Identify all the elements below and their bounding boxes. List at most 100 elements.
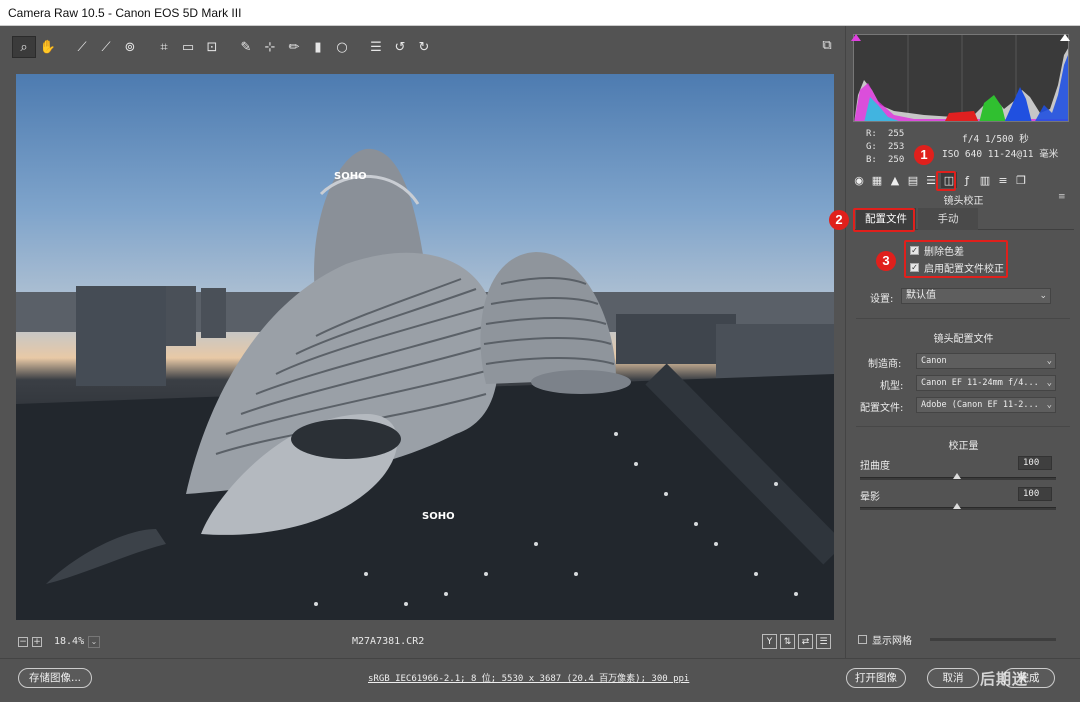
setup-value: 默认值 — [906, 290, 936, 301]
photo-illustration: SOHO SOHO — [16, 148, 834, 620]
transform-tool-icon[interactable]: ⊡ — [200, 36, 224, 58]
shadow-clipping-warning-icon[interactable] — [851, 34, 861, 41]
white-balance-tool-icon[interactable]: ⟋ — [70, 36, 94, 58]
profile-label: 配置文件: — [860, 403, 904, 414]
before-after-view-icon[interactable]: Y — [762, 634, 777, 649]
presets-icon[interactable]: ≡ — [995, 172, 1011, 188]
distortion-input[interactable]: 100 — [1018, 456, 1052, 470]
zoom-out-button[interactable]: − — [18, 637, 28, 647]
amount-title: 校正量 — [948, 441, 979, 452]
right-panel: R: 255 G: 253 B: 250 f/4 1/500 秒 ISO 640 11… — [845, 26, 1080, 658]
crop-tool-icon[interactable]: ⌗ — [152, 36, 176, 58]
zoom-tool-icon[interactable]: ⌕ — [12, 36, 36, 58]
histogram — [853, 34, 1069, 122]
graduated-filter-icon[interactable]: ▮ — [306, 36, 330, 58]
camera-info: f/4 1/500 秒 ISO 640 11-24@11 毫米 — [942, 132, 1058, 162]
show-grid-row[interactable]: 显示网格 — [858, 632, 912, 647]
divider — [856, 318, 1070, 319]
highlight-clipping-warning-icon[interactable] — [1060, 34, 1070, 41]
model-label: 机型: — [880, 381, 904, 392]
save-image-button[interactable]: 存储图像... — [18, 668, 92, 688]
hsl-icon[interactable]: ▤ — [905, 172, 921, 188]
profile-value: Adobe (Canon EF 11-2... — [921, 400, 1039, 410]
iso-focal-info: ISO 640 11-24@11 毫米 — [942, 149, 1059, 160]
lens-profile-title: 镜头配置文件 — [933, 334, 994, 345]
zoom-in-button[interactable]: + — [32, 637, 42, 647]
effects-icon[interactable]: ƒ — [959, 172, 975, 188]
profile-select[interactable]: Adobe (Canon EF 11-2... ⌄ — [916, 397, 1056, 413]
straighten-tool-icon[interactable]: ▭ — [176, 36, 200, 58]
tab-manual[interactable]: 手动 — [918, 208, 978, 230]
histogram-graph — [854, 35, 1068, 121]
make-value: Canon — [921, 356, 947, 366]
camera-raw-workspace: ⌕ ✋ ⟋ ⟋ ⊚ ⌗ ▭ ⊡ ✎ ⊹ ✏ ▮ ○ ☰ ↺ ↻ ⧉ SOHO S… — [0, 26, 1080, 702]
rgb-readout: R: 255 G: 253 B: 250 — [866, 128, 910, 167]
rotate-left-icon[interactable]: ↺ — [388, 36, 412, 58]
panel-menu-icon[interactable]: ≡ — [1058, 192, 1066, 202]
targeted-adjustment-tool-icon[interactable]: ⊚ — [118, 36, 142, 58]
preferences-icon[interactable]: ☰ — [364, 36, 388, 58]
svg-text:SOHO: SOHO — [422, 511, 455, 522]
chevron-down-icon: ⌄ — [1046, 378, 1052, 388]
zoom-dropdown-chevron-icon[interactable]: ⌄ — [88, 636, 100, 648]
title-bar: Camera Raw 10.5 - Canon EOS 5D Mark III — [0, 0, 1080, 26]
detail-icon[interactable]: ▲ — [887, 172, 903, 188]
svg-text:SOHO: SOHO — [334, 171, 367, 182]
calibration-icon[interactable]: ▥ — [977, 172, 993, 188]
image-info: R: 255 G: 253 B: 250 f/4 1/500 秒 ISO 640 11… — [846, 126, 1080, 170]
color-sampler-tool-icon[interactable]: ⟋ — [94, 36, 118, 58]
distortion-slider-thumb[interactable] — [953, 473, 961, 479]
canvas-status-bar: − + 18.4% ⌄ M27A7381.CR2 Y ⇅ ⇄ ☰ — [0, 632, 845, 654]
image-preview[interactable]: SOHO SOHO — [16, 74, 834, 620]
workflow-options-link[interactable]: sRGB IEC61966-2.1; 8 位; 5530 x 3687 (20.… — [368, 671, 689, 684]
show-grid-checkbox[interactable] — [858, 634, 867, 644]
vignetting-slider-thumb[interactable] — [953, 503, 961, 509]
setup-select[interactable]: 默认值 ⌄ — [901, 288, 1051, 304]
make-select[interactable]: Canon ⌄ — [916, 353, 1056, 369]
watermark-logo: 后期迷 — [980, 670, 1029, 688]
make-label: 制造商: — [868, 359, 902, 370]
g-value: 253 — [888, 142, 905, 152]
panel-bottom: 显示网格 — [846, 630, 1080, 650]
cancel-button[interactable]: 取消 — [927, 668, 979, 688]
swap-settings-icon[interactable]: ⇅ — [780, 634, 795, 649]
canvas-area: ⌕ ✋ ⟋ ⟋ ⊚ ⌗ ▭ ⊡ ✎ ⊹ ✏ ▮ ○ ☰ ↺ ↻ ⧉ SOHO S… — [0, 26, 845, 658]
callout-profile-checkboxes — [904, 240, 1008, 278]
grid-size-slider[interactable] — [930, 638, 1056, 641]
callout-lens-tab — [936, 171, 956, 191]
bottom-bar: 存储图像... sRGB IEC61966-2.1; 8 位; 5530 x 3… — [0, 658, 1080, 702]
radial-filter-icon[interactable]: ○ — [330, 36, 354, 58]
rotate-right-icon[interactable]: ↻ — [412, 36, 436, 58]
adjustment-brush-icon[interactable]: ✏ — [282, 36, 306, 58]
red-eye-removal-tool-icon[interactable]: ⊹ — [258, 36, 282, 58]
chevron-down-icon: ⌄ — [1039, 291, 1047, 301]
model-select[interactable]: Canon EF 11-24mm f/4... ⌄ — [916, 375, 1056, 391]
callout-badge-3: 3 — [876, 251, 896, 271]
chevron-down-icon: ⌄ — [1046, 356, 1052, 366]
snapshots-icon[interactable]: ❐ — [1013, 172, 1029, 188]
setup-label: 设置: — [870, 294, 894, 305]
show-grid-label: 显示网格 — [872, 635, 912, 647]
callout-badge-2: 2 — [829, 210, 849, 230]
model-value: Canon EF 11-24mm f/4... — [921, 378, 1039, 388]
window-title: Camera Raw 10.5 - Canon EOS 5D Mark III — [8, 6, 242, 20]
toolbar: ⌕ ✋ ⟋ ⟋ ⊚ ⌗ ▭ ⊡ ✎ ⊹ ✏ ▮ ○ ☰ ↺ ↻ — [12, 36, 436, 58]
tone-curve-icon[interactable]: ▦ — [869, 172, 885, 188]
toggle-settings-icon[interactable]: ☰ — [816, 634, 831, 649]
spot-removal-tool-icon[interactable]: ✎ — [234, 36, 258, 58]
vignetting-input[interactable]: 100 — [1018, 487, 1052, 501]
copy-settings-icon[interactable]: ⇄ — [798, 634, 813, 649]
section-title: 镜头校正 — [943, 196, 984, 207]
r-value: 255 — [888, 129, 905, 139]
vignetting-label: 晕影 — [860, 492, 880, 503]
hand-tool-icon[interactable]: ✋ — [36, 36, 60, 58]
b-value: 250 — [888, 155, 905, 165]
basic-panel-icon[interactable]: ◉ — [851, 172, 867, 188]
callout-profile-tab — [853, 208, 915, 232]
distortion-label: 扭曲度 — [860, 461, 890, 472]
open-image-button[interactable]: 打开图像 — [846, 668, 906, 688]
toggle-fullscreen-icon[interactable]: ⧉ — [818, 36, 836, 54]
divider — [856, 426, 1070, 427]
view-mode-buttons: Y ⇅ ⇄ ☰ — [762, 634, 831, 649]
exposure-info: f/4 1/500 秒 — [962, 134, 1029, 145]
